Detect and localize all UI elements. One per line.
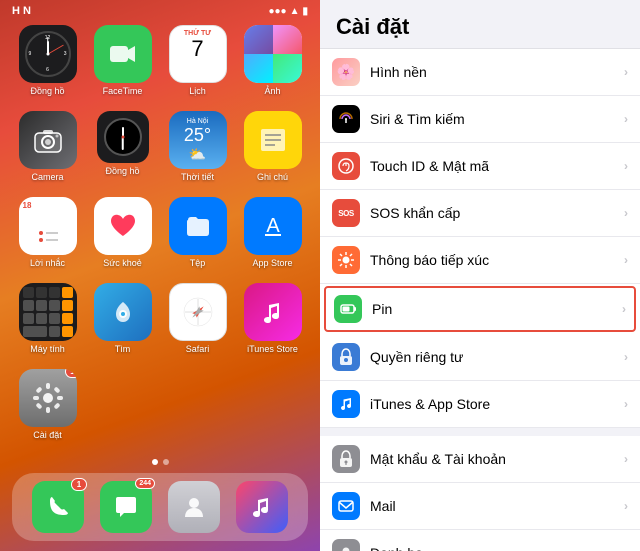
app-label-files: Tệp [190, 258, 206, 269]
siri-icon [332, 105, 360, 133]
dot-2 [163, 459, 169, 465]
app-files[interactable]: Tệp [164, 197, 231, 275]
app-label-photos: Ảnh [264, 86, 280, 97]
app-label-itunes: iTunes Store [247, 344, 298, 355]
settings-item-wallpaper[interactable]: 🌸 Hình nền › [320, 49, 640, 96]
settings-item-siri[interactable]: Siri & Tìm kiếm › [320, 96, 640, 143]
touchid-chevron: › [624, 159, 628, 173]
app-label-weather: Thời tiết [181, 172, 214, 183]
settings-item-itunes[interactable]: iTunes & App Store › [320, 381, 640, 428]
app-clock-large[interactable]: 12 3 6 9 Đồng hồ [14, 25, 81, 103]
app-label-clock: Đồng hồ [30, 86, 64, 97]
exposure-label: Thông báo tiếp xúc [370, 252, 624, 268]
battery-icon-settings [334, 295, 362, 323]
contacts-chevron: › [624, 546, 628, 551]
app-reminder[interactable]: 18 Lời nhắc [14, 197, 81, 275]
app-find[interactable]: Tìm [89, 283, 156, 361]
siri-chevron: › [624, 112, 628, 126]
itunes-settings-icon [332, 390, 360, 418]
privacy-label: Quyền riêng tư [370, 349, 624, 365]
mail-icon [332, 492, 360, 520]
app-calculator[interactable]: Máy tính [14, 283, 81, 361]
settings-item-battery[interactable]: Pin › [324, 286, 636, 332]
app-calendar[interactable]: THỨ TƯ 7 Lịch [164, 25, 231, 103]
passwords-label: Mật khẩu & Tài khoản [370, 451, 624, 467]
dock-contacts[interactable] [168, 481, 220, 533]
app-label-settings: Cài đặt [33, 430, 62, 441]
dock: 1 244 [12, 473, 308, 541]
privacy-chevron: › [624, 350, 628, 364]
settings-item-touchid[interactable]: Touch ID & Mật mã › [320, 143, 640, 190]
app-label-clock2: Đồng hồ [105, 166, 139, 177]
privacy-icon [332, 343, 360, 371]
app-label-safari: Safari [186, 344, 210, 355]
mail-label: Mail [370, 498, 624, 514]
app-clock2[interactable]: Đồng hồ [89, 111, 156, 189]
app-label-reminder: Lời nhắc [30, 258, 65, 269]
passwords-icon [332, 445, 360, 473]
page-dots [0, 455, 320, 473]
wallpaper-chevron: › [624, 65, 628, 79]
touchid-icon [332, 152, 360, 180]
app-settings[interactable]: 1 Cài đặt [14, 369, 81, 447]
siri-label: Siri & Tìm kiếm [370, 111, 624, 127]
status-time: H N [12, 6, 31, 17]
settings-item-sos[interactable]: SOS SOS khẩn cấp › [320, 190, 640, 237]
app-facetime[interactable]: FaceTime [89, 25, 156, 103]
sos-label: SOS khẩn cấp [370, 205, 624, 221]
app-appstore[interactable]: A App Store [239, 197, 306, 275]
itunes-settings-label: iTunes & App Store [370, 396, 624, 412]
app-label-facetime: FaceTime [103, 86, 143, 97]
settings-title: Cài đặt [320, 0, 640, 49]
app-photos[interactable]: Ảnh [239, 25, 306, 103]
status-icons: ●●● ▲ ▮ [268, 6, 308, 17]
itunes-settings-chevron: › [624, 397, 628, 411]
exposure-chevron: › [624, 253, 628, 267]
app-camera[interactable]: Camera [14, 111, 81, 189]
touchid-label: Touch ID & Mật mã [370, 158, 624, 174]
dock-phone[interactable]: 1 [32, 481, 84, 533]
app-label-notes: Ghi chú [257, 172, 288, 183]
passwords-chevron: › [624, 452, 628, 466]
app-grid: 12 3 6 9 Đồng hồ FaceTime [0, 21, 320, 455]
svg-text:A: A [266, 215, 280, 237]
dot-1 [152, 459, 158, 465]
app-label-find: Tìm [115, 344, 131, 355]
app-label-appstore: App Store [252, 258, 292, 269]
app-itunes[interactable]: iTunes Store [239, 283, 306, 361]
app-health[interactable]: Sức khoẻ [89, 197, 156, 275]
battery-label: Pin [372, 301, 622, 317]
settings-item-passwords[interactable]: Mật khẩu & Tài khoản › [320, 436, 640, 483]
wifi-icon: ▲ [290, 6, 300, 17]
battery-icon: ▮ [302, 6, 308, 17]
contacts-label: Danh bạ [370, 545, 624, 551]
wallpaper-label: Hình nền [370, 64, 624, 80]
home-screen: H N ●●● ▲ ▮ 12 3 6 9 [0, 0, 320, 551]
app-label-calendar: Lịch [189, 86, 206, 97]
settings-panel: Cài đặt 🌸 Hình nền › Siri & Tìm kiếm › T… [320, 0, 640, 551]
dock-music[interactable] [236, 481, 288, 533]
exposure-icon [332, 246, 360, 274]
wallpaper-icon: 🌸 [332, 58, 360, 86]
settings-item-exposure[interactable]: Thông báo tiếp xúc › [320, 237, 640, 284]
app-label-health: Sức khoẻ [103, 258, 142, 269]
sos-chevron: › [624, 206, 628, 220]
signal-icon: ●●● [268, 6, 286, 17]
mail-chevron: › [624, 499, 628, 513]
status-bar: H N ●●● ▲ ▮ [0, 0, 320, 21]
app-safari[interactable]: Safari [164, 283, 231, 361]
battery-chevron: › [622, 302, 626, 316]
settings-item-contacts[interactable]: Danh bạ › [320, 530, 640, 551]
settings-item-mail[interactable]: Mail › [320, 483, 640, 530]
app-label-calculator: Máy tính [30, 344, 65, 355]
settings-gap [320, 428, 640, 436]
app-weather[interactable]: Hà Nội 25° ⛅ Thời tiết [164, 111, 231, 189]
settings-item-privacy[interactable]: Quyền riêng tư › [320, 334, 640, 381]
app-label-camera: Camera [31, 172, 63, 183]
settings-list: 🌸 Hình nền › Siri & Tìm kiếm › Touch ID … [320, 49, 640, 551]
app-notes[interactable]: Ghi chú [239, 111, 306, 189]
contacts-icon [332, 539, 360, 551]
dock-messages[interactable]: 244 [100, 481, 152, 533]
sos-icon: SOS [332, 199, 360, 227]
